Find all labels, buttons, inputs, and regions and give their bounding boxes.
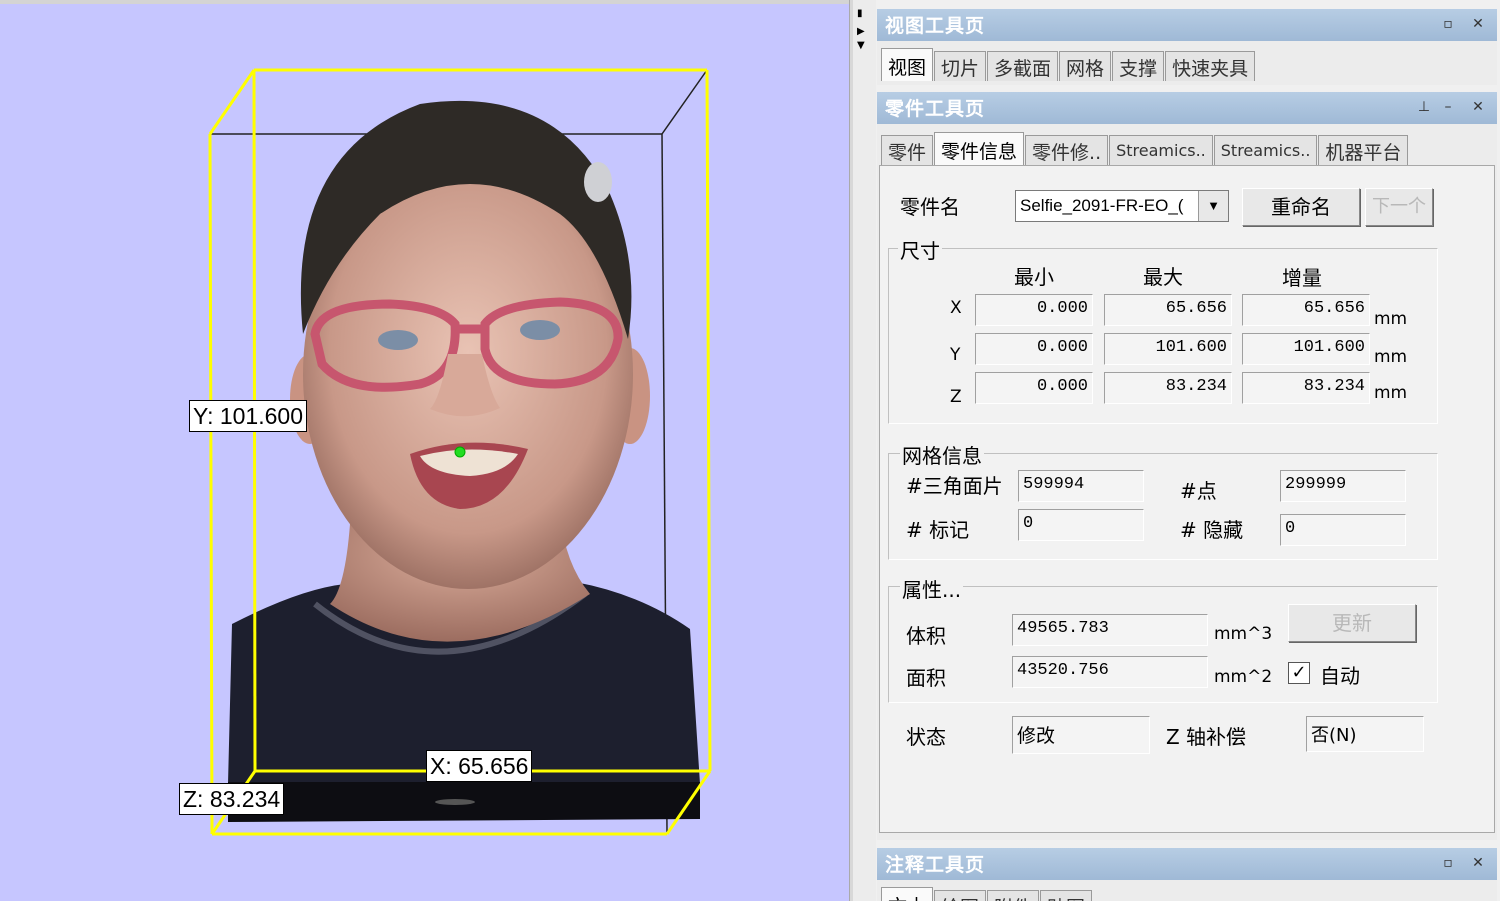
z-unit: mm xyxy=(1374,383,1408,403)
part-name-value: Selfie_2091-FR-EO_( xyxy=(1020,196,1184,215)
tab-part-info[interactable]: 零件信息 xyxy=(934,132,1025,165)
left-eye xyxy=(378,330,418,350)
tab-part[interactable]: 零件 xyxy=(881,135,934,165)
pin-icon[interactable]: ▮ xyxy=(857,8,863,19)
hidden-label: # 隐藏 xyxy=(1180,518,1244,542)
tab-part-fix[interactable]: 零件修.. xyxy=(1025,135,1109,165)
axis-z-label: Z xyxy=(950,387,962,407)
x-min-field: 0.000 xyxy=(975,294,1093,326)
marked-label: # 标记 xyxy=(906,518,970,542)
tab-streamics-1[interactable]: Streamics.. xyxy=(1109,135,1213,165)
tab-text[interactable]: 文本 xyxy=(881,887,934,901)
col-delta-header: 增量 xyxy=(1282,266,1322,290)
x-unit: mm xyxy=(1374,309,1408,329)
y-unit: mm xyxy=(1374,347,1408,367)
next-button[interactable]: 下一个 xyxy=(1365,188,1433,226)
status-field: 修改 xyxy=(1012,716,1150,754)
annotation-tabs: 文本 绘图 附件 贴图 xyxy=(881,887,1093,901)
tab-streamics-2[interactable]: Streamics.. xyxy=(1213,135,1318,165)
z-min-field: 0.000 xyxy=(975,372,1093,404)
z-delta-field: 83.234 xyxy=(1242,372,1370,404)
tab-view[interactable]: 视图 xyxy=(881,48,934,81)
tab-attachment[interactable]: 附件 xyxy=(987,890,1040,901)
part-page-title-bar: 零件工具页 ⊥ – ✕ xyxy=(877,92,1497,124)
scene-canvas xyxy=(208,68,712,836)
dimension-label-y: Y: 101.600 xyxy=(189,400,307,432)
area-unit: mm^2 xyxy=(1214,667,1273,687)
col-min-header: 最小 xyxy=(1014,265,1054,289)
tab-machine-platform[interactable]: 机器平台 xyxy=(1318,135,1409,165)
pick-point xyxy=(454,446,466,458)
y-delta-field: 101.600 xyxy=(1242,333,1370,365)
status-label: 状态 xyxy=(906,725,946,749)
view-tool-page: 视图工具页 ▫ ✕ 视图 切片 多截面 网格 支撑 快速夹具 xyxy=(877,9,1497,85)
points-label: #点 xyxy=(1180,479,1217,503)
tab-quick-fixture[interactable]: 快速夹具 xyxy=(1165,51,1256,81)
area-field: 43520.756 xyxy=(1012,656,1208,688)
part-tool-page: 零件工具页 ⊥ – ✕ 零件 零件信息 零件修.. Streamics.. St… xyxy=(877,92,1497,840)
tab-multi-section[interactable]: 多截面 xyxy=(987,51,1059,81)
restore-icon[interactable]: ▫ xyxy=(1439,15,1457,33)
volume-unit: mm^3 xyxy=(1214,624,1273,644)
hair-clip xyxy=(584,162,612,202)
tab-drawing[interactable]: 绘图 xyxy=(934,890,987,901)
pin-icon[interactable]: ⊥ xyxy=(1415,98,1433,116)
arrow-down-icon[interactable]: ▼ xyxy=(857,40,865,51)
close-icon[interactable]: ✕ xyxy=(1469,15,1487,33)
triangles-label: #三角面片 xyxy=(906,474,1003,498)
tab-support[interactable]: 支撑 xyxy=(1112,51,1165,81)
z-max-field: 83.234 xyxy=(1104,372,1232,404)
auto-label: 自动 xyxy=(1320,664,1360,688)
arrow-right-icon[interactable]: ▶ xyxy=(857,26,865,37)
volume-label: 体积 xyxy=(906,624,946,648)
rename-button[interactable]: 重命名 xyxy=(1242,188,1360,226)
tab-decal[interactable]: 贴图 xyxy=(1040,890,1093,901)
part-name-label: 零件名 xyxy=(900,195,960,219)
area-label: 面积 xyxy=(906,666,946,690)
minimize-icon[interactable]: – xyxy=(1439,98,1457,116)
mesh-info-title: 网格信息 xyxy=(900,440,984,469)
part-tabs: 零件 零件信息 零件修.. Streamics.. Streamics.. 机器… xyxy=(881,132,1409,165)
annotation-page-title: 注释工具页 xyxy=(885,854,986,876)
base-hole xyxy=(435,799,475,805)
z-compensation-field: 否(N) xyxy=(1306,716,1424,752)
y-min-field: 0.000 xyxy=(975,333,1093,365)
size-group-title: 尺寸 xyxy=(898,235,942,264)
right-eye xyxy=(520,320,560,340)
part-info-content: 零件名 Selfie_2091-FR-EO_( ▼ 重命名 下一个 尺寸 最小 … xyxy=(879,165,1495,833)
chevron-down-icon[interactable]: ▼ xyxy=(1198,191,1228,221)
z-compensation-label: Z 轴补偿 xyxy=(1166,725,1247,749)
hidden-field: 0 xyxy=(1280,514,1406,546)
3d-viewport[interactable]: Y: 101.600 X: 65.656 Z: 83.234 xyxy=(0,0,849,901)
part-page-title: 零件工具页 xyxy=(885,98,986,120)
annotation-tool-page: 注释工具页 ▫ ✕ 文本 绘图 附件 贴图 xyxy=(877,848,1497,901)
x-delta-field: 65.656 xyxy=(1242,294,1370,326)
tab-mesh[interactable]: 网格 xyxy=(1059,51,1112,81)
points-field: 299999 xyxy=(1280,470,1406,502)
y-max-field: 101.600 xyxy=(1104,333,1232,365)
tab-slice[interactable]: 切片 xyxy=(934,51,987,81)
update-button[interactable]: 更新 xyxy=(1288,604,1416,642)
properties-title: 属性... xyxy=(900,574,964,603)
view-page-title: 视图工具页 xyxy=(885,15,986,37)
auto-checkbox[interactable]: ✓ xyxy=(1288,662,1310,684)
close-icon[interactable]: ✕ xyxy=(1469,98,1487,116)
view-page-title-bar: 视图工具页 ▫ ✕ xyxy=(877,9,1497,41)
dimension-label-z: Z: 83.234 xyxy=(179,783,285,815)
dimension-label-x: X: 65.656 xyxy=(426,750,533,782)
axis-x-label: X xyxy=(950,298,962,318)
x-max-field: 65.656 xyxy=(1104,294,1232,326)
marked-field: 0 xyxy=(1018,509,1144,541)
volume-field: 49565.783 xyxy=(1012,614,1208,646)
view-tabs: 视图 切片 多截面 网格 支撑 快速夹具 xyxy=(881,48,1256,81)
dock-strip[interactable]: ▮ ▶ ▼ xyxy=(853,0,876,901)
close-icon[interactable]: ✕ xyxy=(1469,854,1487,872)
part-name-select[interactable]: Selfie_2091-FR-EO_( ▼ xyxy=(1015,190,1229,222)
triangles-field: 599994 xyxy=(1018,470,1144,502)
axis-y-label: Y xyxy=(950,345,961,365)
restore-icon[interactable]: ▫ xyxy=(1439,854,1457,872)
col-max-header: 最大 xyxy=(1143,265,1183,289)
annotation-page-title-bar: 注释工具页 ▫ ✕ xyxy=(877,848,1497,880)
